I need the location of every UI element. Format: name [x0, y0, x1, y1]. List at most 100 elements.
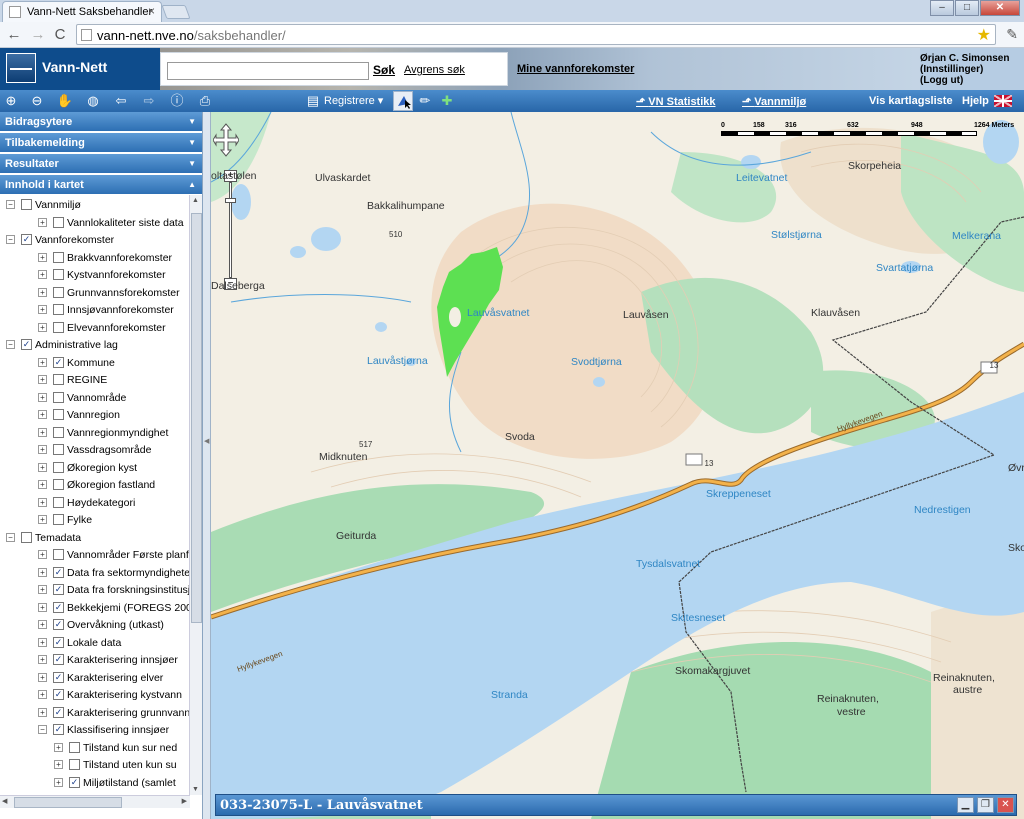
layer-checkbox[interactable]: ✓	[53, 636, 64, 648]
layer-checkbox[interactable]	[53, 391, 64, 403]
vis-kartlagsliste-link[interactable]: Vis kartlagsliste	[869, 95, 953, 107]
expand-icon[interactable]: +	[38, 357, 47, 367]
layer-checkbox[interactable]	[21, 531, 32, 543]
layer-tree-node[interactable]: + Vannregionmyndighet	[0, 425, 193, 442]
layer-checkbox[interactable]	[21, 199, 32, 210]
layer-tree-node[interactable]: + Vannregion	[0, 407, 193, 424]
layer-tree-node[interactable]: + ✓ Data fra forskningsinstitusj	[0, 582, 193, 599]
scroll-up-icon[interactable]: ▲	[192, 197, 199, 204]
layer-checkbox[interactable]: ✓	[53, 724, 64, 735]
layer-checkbox[interactable]	[53, 479, 64, 490]
layer-checkbox[interactable]	[53, 461, 64, 473]
zoom-slider[interactable]: + −	[224, 170, 238, 290]
edit-pencil-icon[interactable]: ✏	[416, 92, 434, 110]
layer-checkbox[interactable]: ✓	[69, 776, 80, 788]
layer-checkbox[interactable]: ✓	[53, 671, 64, 683]
window-close-button[interactable]: ✕	[980, 0, 1020, 16]
expand-icon[interactable]: +	[38, 392, 47, 402]
collapse-icon[interactable]: −	[6, 532, 15, 542]
expand-icon[interactable]: +	[38, 445, 47, 454]
layer-tree-node[interactable]: + Brakkvannforekomster	[0, 250, 193, 267]
scroll-right-icon[interactable]: ▶	[182, 797, 187, 805]
layer-checkbox[interactable]	[53, 374, 64, 385]
tree-vertical-scrollbar[interactable]: ▲ ▼	[189, 195, 202, 795]
layer-tree-node[interactable]: + ✓ Overvåkning (utkast)	[0, 617, 193, 634]
add-object-icon[interactable]: ✚	[438, 92, 456, 110]
expand-icon[interactable]: +	[38, 410, 47, 419]
select-tool-button[interactable]	[393, 91, 413, 111]
layer-tree-node[interactable]: + ✓ Bekkekjemi (FOREGS 2008	[0, 600, 193, 617]
expand-icon[interactable]: +	[38, 497, 47, 507]
tab-close-icon[interactable]: ×	[148, 4, 155, 18]
layer-checkbox[interactable]	[53, 321, 64, 333]
feature-info-panel[interactable]: 033-23075-L - Lauvåsvatnet ▁ ❐ ✕	[215, 794, 1017, 816]
layer-checkbox[interactable]	[53, 304, 64, 315]
layer-tree-node[interactable]: + Fylke	[0, 512, 193, 529]
scroll-left-icon[interactable]: ◀	[2, 797, 7, 805]
expand-icon[interactable]: +	[38, 585, 47, 594]
scrollbar-thumb[interactable]	[191, 213, 202, 623]
expand-icon[interactable]: +	[38, 672, 47, 682]
layer-checkbox[interactable]	[53, 216, 64, 228]
collapse-icon[interactable]: −	[6, 340, 15, 349]
layer-checkbox[interactable]	[53, 426, 64, 438]
new-tab-button[interactable]	[161, 5, 191, 19]
expand-icon[interactable]: +	[38, 287, 47, 297]
accordion-resultater[interactable]: Resultater ▼	[0, 154, 202, 174]
browser-tab[interactable]: Vann-Nett Saksbehandler ×	[2, 1, 162, 22]
vannmiljo-link[interactable]: ⬏ Vannmiljø	[742, 95, 806, 108]
layer-checkbox[interactable]	[53, 444, 64, 455]
expand-icon[interactable]: +	[38, 480, 47, 489]
pan-control-icon[interactable]	[213, 122, 239, 158]
layer-tree-node[interactable]: + Vannområde	[0, 390, 193, 407]
layer-tree-node[interactable]: + Kystvannforekomster	[0, 267, 193, 284]
reload-icon[interactable]: C	[50, 25, 70, 45]
expand-icon[interactable]: +	[38, 550, 47, 559]
expand-icon[interactable]: +	[38, 305, 47, 314]
layer-checkbox[interactable]	[53, 269, 64, 280]
user-settings-link[interactable]: (Innstillinger)	[920, 64, 1009, 75]
next-extent-icon[interactable]: ⇨	[140, 92, 158, 110]
layer-checkbox[interactable]: ✓	[53, 706, 64, 718]
previous-extent-icon[interactable]: ⇦	[112, 92, 130, 110]
layer-checkbox[interactable]: ✓	[53, 566, 64, 578]
expand-icon[interactable]: +	[38, 375, 47, 384]
zoom-out-icon[interactable]: ⊖	[28, 92, 46, 110]
english-flag-icon[interactable]	[994, 95, 1012, 107]
panel-restore-button[interactable]: ❐	[977, 797, 994, 813]
layer-checkbox[interactable]: ✓	[53, 584, 64, 595]
collapse-icon[interactable]: −	[6, 200, 15, 209]
vn-statistikk-link[interactable]: ⬏ VN Statistikk	[636, 95, 716, 108]
tree-horizontal-scrollbar[interactable]: ◀ ▶	[0, 795, 190, 808]
layer-tree-node[interactable]: + ✓ Miljøtilstand (samlet	[0, 775, 193, 792]
expand-icon[interactable]: +	[38, 637, 47, 647]
collapse-arrow-icon[interactable]: ◀	[204, 437, 209, 445]
layer-tree-node[interactable]: − ✓ Klassifisering innsjøer	[0, 722, 193, 739]
expand-icon[interactable]: +	[54, 742, 63, 752]
layer-tree-node[interactable]: + Innsjøvannforekomster	[0, 302, 193, 319]
layer-checkbox[interactable]: ✓	[53, 601, 64, 613]
sidebar-splitter[interactable]: ◀	[203, 112, 211, 819]
pan-hand-icon[interactable]: ✋	[56, 92, 74, 110]
layer-checkbox[interactable]: ✓	[21, 234, 32, 245]
layer-tree-node[interactable]: − Vannmiljø	[0, 197, 193, 214]
wrench-icon[interactable]: ✎	[1006, 26, 1018, 43]
collapse-icon[interactable]: −	[6, 235, 15, 244]
expand-icon[interactable]: +	[38, 270, 47, 279]
identify-info-icon[interactable]: ⓘ	[168, 92, 186, 110]
scrollbar-thumb[interactable]	[14, 797, 122, 808]
back-icon[interactable]: ←	[4, 25, 24, 45]
layer-tree-node[interactable]: + ✓ Karakterisering kystvann	[0, 687, 193, 704]
layer-tree-node[interactable]: − ✓ Vannforekomster	[0, 232, 193, 249]
map-canvas[interactable]	[211, 112, 1024, 819]
layer-checkbox[interactable]: ✓	[21, 339, 32, 350]
layer-tree-node[interactable]: + ✓ Lokale data	[0, 635, 193, 652]
map-view[interactable]: 0 158 316 632 948 1264 Meters + − oltast…	[211, 112, 1024, 819]
layer-checkbox[interactable]: ✓	[53, 689, 64, 700]
layer-tree-node[interactable]: + Vannlokaliteter siste data	[0, 215, 193, 232]
expand-icon[interactable]: +	[38, 217, 47, 227]
layer-tree-node[interactable]: + ✓ Kommune	[0, 355, 193, 372]
collapse-icon[interactable]: −	[38, 725, 47, 734]
expand-icon[interactable]: +	[38, 655, 47, 664]
zoom-full-extent-icon[interactable]: ◍	[84, 92, 102, 110]
